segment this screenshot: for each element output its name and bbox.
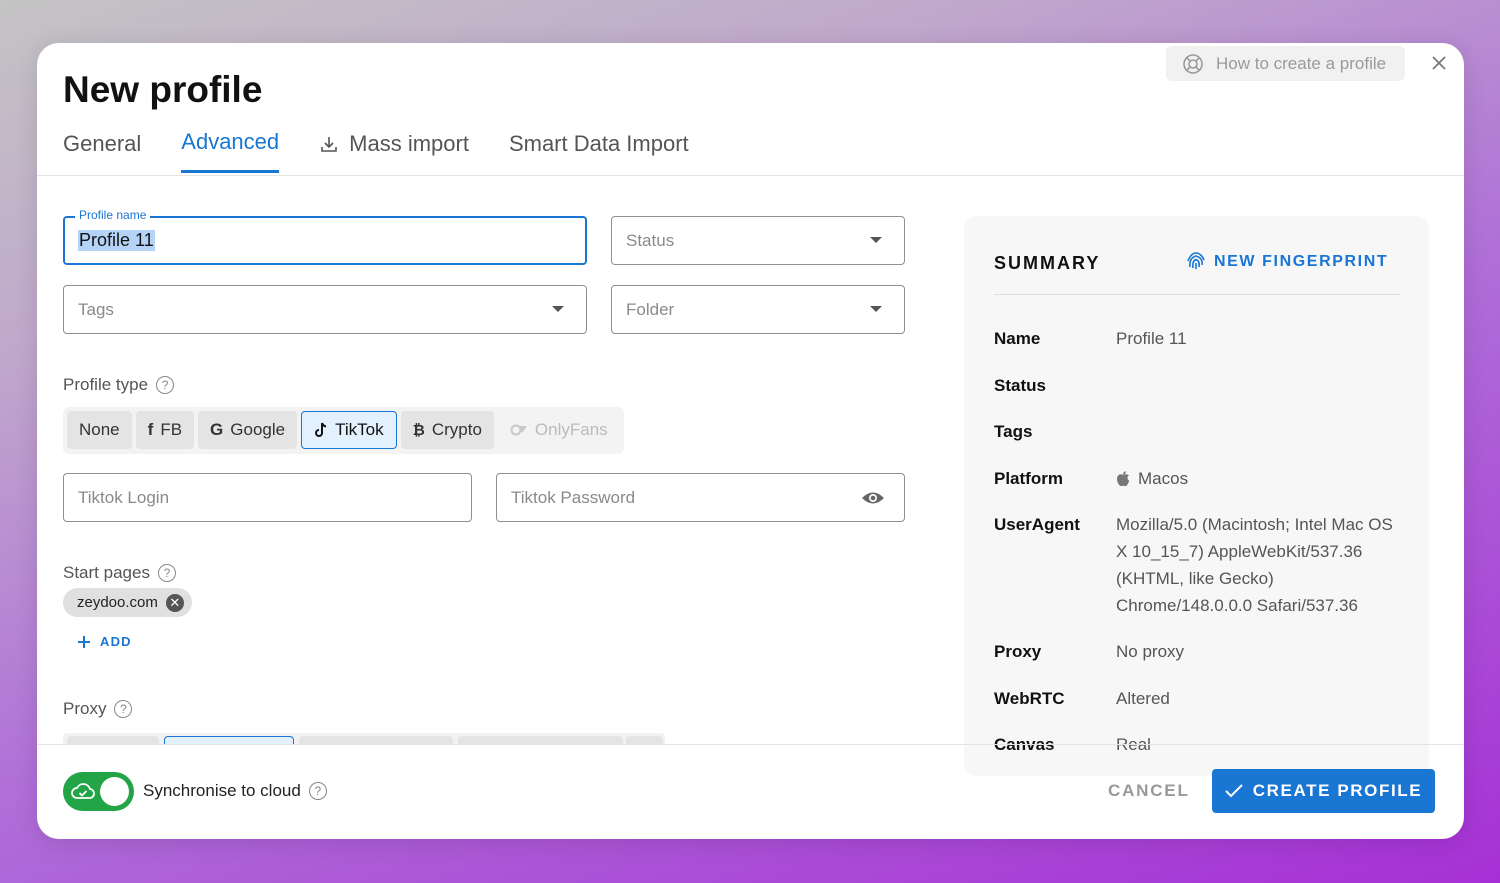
- start-page-url: zeydoo.com: [77, 594, 158, 611]
- cancel-button[interactable]: CANCEL: [1108, 781, 1190, 801]
- summary-key-tags: Tags: [994, 422, 1033, 441]
- start-pages-heading: Start pages ?: [63, 563, 176, 583]
- option-label: FB: [160, 420, 183, 439]
- create-profile-button[interactable]: CREATE PROFILE: [1212, 769, 1435, 813]
- tiktok-icon: [315, 422, 327, 437]
- summary-value-webrtc: Altered: [1116, 689, 1170, 708]
- profile-type-none[interactable]: None: [67, 411, 132, 449]
- status-select[interactable]: Status: [611, 216, 905, 265]
- profile-type-onlyfans: OnlyFans: [498, 411, 620, 449]
- onlyfans-icon: [510, 424, 527, 436]
- new-profile-dialog: New profile How to create a profile Gene…: [37, 43, 1464, 839]
- tab-general[interactable]: General: [63, 129, 141, 173]
- remove-icon[interactable]: ✕: [165, 593, 184, 612]
- folder-select[interactable]: Folder: [611, 285, 905, 334]
- tab-bar: General Advanced Mass import Smart Data …: [63, 129, 729, 173]
- tab-label: Mass import: [349, 130, 469, 156]
- summary-title: SUMMARY: [994, 253, 1101, 273]
- summary-value-useragent: Mozilla/5.0 (Macintosh; Intel Mac OS X 1…: [1116, 515, 1393, 615]
- tiktok-login-input[interactable]: Tiktok Login: [63, 473, 472, 522]
- profile-type-label: Profile type: [63, 375, 149, 394]
- footer-divider: [37, 744, 1464, 745]
- tab-smart-data-import[interactable]: Smart Data Import: [509, 129, 689, 173]
- help-icon[interactable]: ?: [157, 564, 176, 582]
- summary-panel: SUMMARY NEW FINGERPRINT Name Profile 11 …: [964, 216, 1429, 776]
- sync-label: Synchronise to cloud: [143, 781, 301, 800]
- profile-type-fb[interactable]: f FB: [135, 411, 195, 449]
- google-icon: G: [210, 420, 224, 439]
- profile-type-crypto[interactable]: ₿ Crypto: [400, 411, 494, 449]
- option-label: Google: [230, 420, 286, 439]
- option-label: TikTok: [335, 420, 384, 439]
- plus-icon: [78, 635, 90, 648]
- tab-label: Advanced: [181, 129, 280, 154]
- profile-type-google[interactable]: G Google: [198, 411, 298, 449]
- summary-key-status: Status: [994, 376, 1046, 395]
- profile-name-field[interactable]: Profile name Profile 11: [63, 208, 587, 265]
- chevron-down-icon: [870, 306, 882, 312]
- sync-label-row: Synchronise to cloud ?: [143, 781, 327, 801]
- how-to-create-profile-button[interactable]: How to create a profile: [1166, 46, 1405, 81]
- new-fingerprint-button[interactable]: NEW FINGERPRINT: [1186, 252, 1388, 272]
- check-icon: [1225, 784, 1243, 798]
- tiktok-password-placeholder: Tiktok Password: [511, 488, 636, 507]
- status-placeholder: Status: [626, 231, 675, 250]
- download-icon: [321, 136, 337, 152]
- option-label: None: [79, 420, 120, 439]
- facebook-icon: f: [147, 420, 154, 439]
- help-icon[interactable]: ?: [156, 376, 175, 394]
- tab-advanced[interactable]: Advanced: [181, 129, 280, 173]
- start-page-chip: zeydoo.com ✕: [63, 588, 192, 617]
- chevron-down-icon: [552, 306, 564, 312]
- tab-mass-import[interactable]: Mass import: [319, 129, 469, 173]
- tab-label: General: [63, 130, 142, 156]
- bitcoin-icon: ₿: [412, 421, 425, 439]
- fingerprint-icon: [1187, 252, 1205, 269]
- help-icon[interactable]: ?: [114, 700, 133, 718]
- folder-placeholder: Folder: [626, 300, 675, 319]
- summary-value-platform-row: Macos: [1116, 465, 1406, 492]
- profile-name-value: Profile 11: [78, 230, 155, 251]
- eye-icon[interactable]: [861, 490, 885, 506]
- add-label: ADD: [100, 634, 132, 649]
- summary-key-canvas: Canvas: [994, 735, 1055, 754]
- tags-placeholder: Tags: [78, 300, 114, 319]
- summary-value-proxy: No proxy: [1116, 642, 1185, 661]
- help-link-label: How to create a profile: [1216, 53, 1387, 73]
- start-pages-label: Start pages: [63, 563, 150, 582]
- help-icon[interactable]: ?: [308, 782, 327, 800]
- summary-key-name: Name: [994, 329, 1041, 348]
- summary-divider: [994, 294, 1400, 295]
- tiktok-password-input[interactable]: Tiktok Password: [496, 473, 905, 522]
- option-label: OnlyFans: [534, 420, 608, 439]
- profile-type-tiktok[interactable]: TikTok: [301, 411, 397, 449]
- summary-value-platform: Macos: [1138, 469, 1189, 488]
- add-start-page-button[interactable]: ADD: [77, 634, 132, 649]
- profile-type-heading: Profile type ?: [63, 375, 175, 395]
- toggle-knob: [100, 777, 129, 806]
- dialog-title: New profile: [63, 69, 263, 110]
- create-profile-label: CREATE PROFILE: [1252, 781, 1423, 800]
- chevron-down-icon: [870, 237, 882, 243]
- tiktok-login-placeholder: Tiktok Login: [78, 488, 170, 507]
- tags-select[interactable]: Tags: [63, 285, 587, 334]
- proxy-heading: Proxy ?: [63, 699, 133, 719]
- sync-toggle[interactable]: [63, 772, 134, 811]
- cloud-check-icon: [71, 783, 95, 799]
- summary-key-proxy: Proxy: [994, 642, 1042, 661]
- profile-name-label: Profile name: [75, 208, 151, 222]
- summary-key-webrtc: WebRTC: [994, 689, 1065, 708]
- option-label: Crypto: [431, 420, 482, 439]
- tabs-divider: [37, 175, 1464, 176]
- summary-key-useragent: UserAgent: [994, 515, 1080, 534]
- summary-value-name: Profile 11: [1116, 329, 1187, 348]
- tab-label: Smart Data Import: [508, 130, 689, 156]
- new-fingerprint-label: NEW FINGERPRINT: [1214, 253, 1389, 270]
- profile-type-group: None f FB G Google TikTok ₿ Crypto OnlyF…: [63, 407, 624, 454]
- lifebuoy-icon: [1183, 53, 1203, 74]
- close-icon[interactable]: [1429, 53, 1449, 73]
- summary-key-platform: Platform: [994, 469, 1063, 488]
- apple-icon: [1117, 470, 1129, 486]
- proxy-label: Proxy: [63, 699, 107, 718]
